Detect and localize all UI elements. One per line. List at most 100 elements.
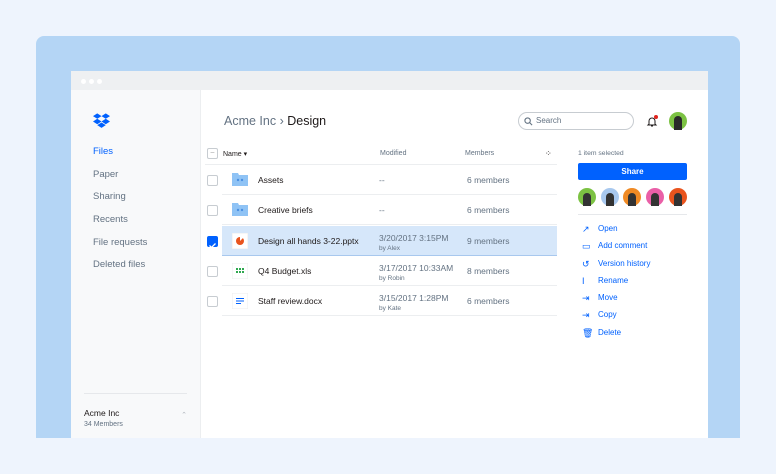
breadcrumb-current: Design (287, 114, 327, 128)
action-open[interactable]: ↗ Open (578, 224, 687, 241)
app-window: Files Paper Sharing Recents File request… (71, 71, 708, 438)
dropbox-logo-icon[interactable] (93, 113, 110, 129)
window-dot[interactable] (97, 79, 102, 84)
members-cell[interactable]: 8 members (467, 266, 510, 276)
user-avatar[interactable] (669, 112, 687, 130)
xls-icon (231, 262, 249, 280)
search-placeholder: Search (536, 116, 562, 125)
version-history-icon: ↺ (582, 258, 590, 269)
modified-date: -- (379, 175, 385, 185)
file-name[interactable]: Q4 Budget.xls (258, 266, 311, 276)
action-copy[interactable]: ⇥ Copy (578, 310, 687, 327)
table-row[interactable]: Q4 Budget.xls 3/17/2017 10:33AM by Robin … (222, 256, 557, 286)
members-cell[interactable]: 6 members (467, 205, 510, 215)
action-delete[interactable]: 🗑 Delete (578, 328, 687, 345)
modified-date: 3/15/2017 1:28PM (379, 293, 449, 304)
window-dot[interactable] (81, 79, 86, 84)
rename-icon: I (582, 275, 585, 286)
shared-folder-icon (232, 202, 248, 218)
member-avatar[interactable] (578, 188, 596, 206)
chevron-updown-icon: ⌃ (181, 412, 187, 419)
grid-view-icon[interactable]: ⁘ (545, 149, 552, 158)
modified-by: by Kate (379, 305, 402, 313)
members-cell[interactable]: 9 members (467, 236, 510, 246)
search-icon (524, 117, 533, 126)
table-row[interactable]: Assets -- 6 members (222, 165, 557, 195)
sidebar-item-sharing[interactable]: Sharing (93, 191, 147, 214)
delete-icon: 🗑 (582, 327, 594, 338)
breadcrumb-separator: › (276, 114, 288, 128)
members-cell[interactable]: 6 members (467, 175, 510, 185)
modified-cell: 3/20/2017 3:15PM by Alex (379, 233, 448, 252)
docx-icon (231, 292, 249, 310)
row-checkbox[interactable] (207, 175, 218, 186)
action-move[interactable]: ⇥ Move (578, 293, 687, 310)
selection-count: 1 item selected (578, 150, 624, 157)
column-name[interactable]: Name ▾ (223, 150, 247, 158)
modified-cell: -- (379, 175, 385, 185)
modified-cell: 3/15/2017 1:28PM by Kate (379, 293, 448, 312)
modified-date: -- (379, 205, 385, 216)
modified-cell: -- (379, 205, 385, 215)
breadcrumb: Acme Inc › Design (224, 114, 326, 128)
move-icon: ⇥ (582, 293, 590, 304)
column-members[interactable]: Members (465, 150, 494, 157)
sidebar: Files Paper Sharing Recents File request… (71, 90, 201, 438)
row-checkbox[interactable] (207, 265, 218, 277)
breadcrumb-parent[interactable]: Acme Inc (224, 114, 276, 128)
add-comment-icon: ▭ (582, 241, 591, 252)
shared-folder-icon (232, 172, 248, 188)
members-cell[interactable]: 6 members (467, 296, 510, 306)
modified-date: 3/20/2017 3:15PM (379, 232, 449, 243)
open-icon: ↗ (582, 224, 590, 234)
sidebar-item-files[interactable]: Files (93, 146, 147, 169)
search-input[interactable]: Search (518, 112, 634, 130)
select-all-checkbox[interactable]: – (207, 148, 218, 159)
table-row[interactable]: Creative briefs -- 6 members (222, 195, 557, 226)
action-rename[interactable]: I Rename (578, 276, 687, 293)
file-name[interactable]: Creative briefs (258, 205, 313, 215)
team-members: 34 Members (84, 421, 123, 428)
row-checkbox[interactable] (207, 205, 218, 217)
team-switcher[interactable]: Acme Inc 34 Members ⌃ (84, 393, 187, 438)
action-label: Add comment (598, 241, 648, 251)
action-label: Rename (598, 275, 629, 285)
modified-by: by Robin (379, 274, 405, 282)
details-panel: 1 item selected Share ↗ Open ▭ Add comment ↺… (578, 150, 687, 345)
share-button[interactable]: Share (578, 163, 687, 180)
action-add-comment[interactable]: ▭ Add comment (578, 241, 687, 258)
table-row[interactable]: Design all hands 3-22.pptx 3/20/2017 3:1… (222, 225, 557, 256)
action-label: Open (598, 224, 618, 233)
sidebar-item-deleted-files[interactable]: Deleted files (93, 259, 147, 282)
modified-cell: 3/17/2017 10:33AM by Robin (379, 263, 453, 282)
table-header: – Name ▾ Modified Members ⁘ (205, 147, 557, 165)
team-name: Acme Inc (84, 408, 120, 418)
notification-bell-icon[interactable] (646, 115, 659, 128)
action-label: Delete (598, 327, 622, 337)
member-avatar[interactable] (668, 188, 687, 206)
action-version-history[interactable]: ↺ Version history (578, 259, 687, 276)
action-label: Version history (598, 258, 651, 268)
member-avatar[interactable] (623, 188, 642, 206)
modified-date: 3/17/2017 10:33AM (379, 262, 454, 273)
table-row[interactable]: Staff review.docx 3/15/2017 1:28PM by Kat… (222, 286, 557, 317)
sidebar-item-recents[interactable]: Recents (93, 214, 147, 237)
member-avatar[interactable] (600, 188, 619, 206)
pptx-icon (231, 232, 249, 250)
file-name[interactable]: Assets (258, 175, 284, 185)
action-label: Copy (598, 310, 617, 320)
window-dot[interactable] (89, 79, 94, 84)
file-name[interactable]: Design all hands 3-22.pptx (258, 236, 359, 246)
file-name[interactable]: Staff review.docx (258, 296, 322, 306)
window-titlebar (71, 71, 708, 90)
member-avatars (578, 188, 687, 215)
member-avatar[interactable] (646, 188, 665, 206)
sidebar-item-file-requests[interactable]: File requests (93, 237, 147, 260)
copy-icon: ⇥ (582, 310, 590, 321)
row-checkbox[interactable] (207, 296, 218, 308)
sidebar-nav: Files Paper Sharing Recents File request… (93, 146, 147, 282)
row-checkbox[interactable] (207, 235, 218, 249)
column-modified[interactable]: Modified (380, 150, 406, 157)
action-label: Move (598, 293, 618, 303)
sidebar-item-paper[interactable]: Paper (93, 169, 147, 192)
